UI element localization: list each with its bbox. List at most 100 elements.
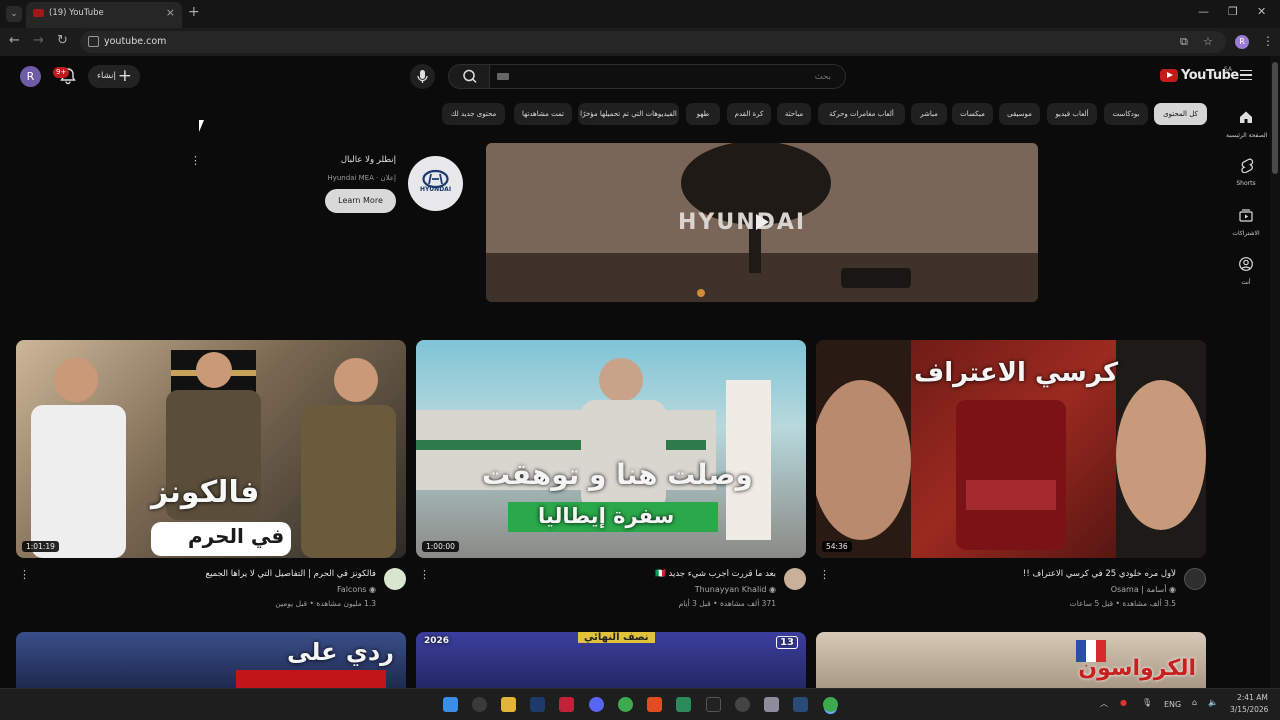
clock-date[interactable]: 3/15/2026 [1230, 705, 1268, 714]
play-icon[interactable] [756, 214, 769, 230]
chip-music[interactable]: موسيقى [999, 103, 1040, 125]
adobe-icon[interactable] [559, 697, 574, 712]
youtube-favicon-icon [33, 9, 44, 17]
guide-item-subscriptions[interactable]: الاشتراكات [1226, 207, 1266, 237]
guide-menu-icon[interactable] [1240, 70, 1252, 80]
windows-start-icon[interactable] [443, 697, 458, 712]
home-icon [1240, 111, 1252, 123]
forward-button[interactable]: → [33, 33, 44, 48]
chip-debate[interactable]: مباحثة [777, 103, 811, 125]
epic-games-icon[interactable] [706, 697, 721, 712]
channel-name[interactable]: Osama | أسامة ◉ [1111, 585, 1176, 594]
guide-label: الاشتراكات [1232, 230, 1260, 237]
video-thumbnail[interactable]: 2026 نصف النهائي 13 [416, 632, 806, 688]
voice-search-button[interactable] [410, 64, 435, 89]
minimize-window-button[interactable]: — [1198, 5, 1209, 18]
back-button[interactable]: ← [9, 33, 20, 48]
chip-watched[interactable]: تمت مشاهدتها [514, 103, 572, 125]
learn-more-button[interactable]: Learn More [325, 189, 396, 213]
language-indicator[interactable]: ENG [1164, 700, 1181, 709]
new-tab-button[interactable]: + [188, 4, 200, 20]
channel-name[interactable]: Falcons ◉ [337, 585, 376, 594]
video-title[interactable]: لأول مره خلودي 25 في كرسي الاعتراف !! [846, 569, 1176, 579]
video-title[interactable]: فالكونز في الحرم | التفاصيل التي لا يراه… [46, 569, 376, 579]
account-avatar[interactable]: R [20, 66, 41, 87]
chrome-active-icon[interactable] [823, 697, 838, 712]
video-thumbnail[interactable]: الكرواسون [816, 632, 1206, 688]
channel-avatar[interactable] [1184, 568, 1206, 590]
guide-item-you[interactable]: أنت [1226, 256, 1266, 286]
video-duration: 54:36 [822, 541, 852, 552]
ad-title[interactable]: إنطلر ولا عالبال [280, 155, 396, 165]
close-tab-icon[interactable]: × [166, 6, 175, 19]
site-info-icon[interactable] [88, 36, 99, 47]
video-thumbnail[interactable]: فالكونز في الحرم 1:01:19 [16, 340, 406, 558]
guide-item-home[interactable]: الصفحة الرئيسية [1226, 109, 1267, 139]
tray-app-icon[interactable]: ● [1120, 698, 1127, 707]
network-icon[interactable]: ⌂ [1192, 698, 1197, 707]
video-meta: 371 ألف مشاهدة • قبل 3 أيام [678, 599, 776, 608]
more-actions-icon[interactable]: ⋮ [190, 154, 201, 167]
browser-profile-avatar[interactable]: R [1235, 35, 1249, 49]
chip-new-for-you[interactable]: محتوى جديد لك [442, 103, 505, 125]
guide-item-shorts[interactable]: Shorts [1226, 157, 1266, 187]
chip-video-games[interactable]: ألعاب فيديو [1047, 103, 1097, 125]
video-thumbnail[interactable]: كرسي الاعتراف 54:36 [816, 340, 1206, 558]
keyboard-icon[interactable] [497, 73, 509, 80]
video-more-actions-icon[interactable]: ⋮ [419, 568, 430, 581]
reload-button[interactable]: ↻ [57, 33, 68, 48]
video-title[interactable]: بعد ما قررت أجرب شيء جديد 🇮🇹 [446, 569, 776, 579]
address-bar[interactable]: youtube.com ⧉ ☆ [80, 31, 1226, 53]
search-input[interactable] [490, 64, 846, 89]
tray-overflow-icon[interactable]: ︿ [1100, 698, 1108, 709]
create-button[interactable]: إنشاء + [88, 65, 140, 88]
steam-alt-icon[interactable] [793, 697, 808, 712]
brave-icon[interactable] [647, 697, 662, 712]
github-icon[interactable] [735, 697, 750, 712]
microphone-icon [417, 70, 428, 83]
thumbnail-text: وصلت هنا و توهقت [482, 458, 753, 491]
channel-name[interactable]: Thunayyan Khalid ◉ [695, 585, 776, 594]
chip-podcasts[interactable]: بودكاست [1104, 103, 1148, 125]
steam-icon[interactable] [530, 697, 545, 712]
you-icon [1239, 257, 1253, 271]
chip-live[interactable]: مباشر [911, 103, 947, 125]
app-icon[interactable] [764, 697, 779, 712]
tab-search-button[interactable]: ⌄ [6, 6, 22, 22]
search-icon [463, 69, 477, 83]
search-button[interactable] [448, 64, 490, 89]
install-app-icon[interactable]: ⧉ [1180, 35, 1188, 49]
file-explorer-icon[interactable] [501, 697, 516, 712]
video-thumbnail[interactable]: ردي على [16, 632, 406, 688]
chip-recently-uploaded[interactable]: الفيديوهات التي تم تحميلها مؤخرًا [578, 103, 679, 125]
clock-time[interactable]: 2:41 AM [1237, 693, 1268, 702]
guide-label: Shorts [1236, 180, 1256, 187]
chip-mixes[interactable]: ميكسات [952, 103, 993, 125]
thumbnail-badge: 13 [776, 636, 798, 649]
discord-icon[interactable] [589, 697, 604, 712]
volume-icon[interactable]: 🔈 [1208, 698, 1218, 707]
microphone-tray-icon[interactable]: 🎙 [1142, 698, 1152, 707]
restore-window-button[interactable]: ❐ [1228, 5, 1238, 18]
channel-name-text: Falcons [336, 585, 367, 594]
settings-gear-icon[interactable] [472, 697, 487, 712]
chip-football[interactable]: كرة القدم [727, 103, 771, 125]
chip-all[interactable]: كل المحتوى [1154, 103, 1207, 125]
scrollbar-thumb[interactable] [1272, 62, 1278, 174]
advertiser-logo[interactable] [408, 156, 463, 211]
video-more-actions-icon[interactable]: ⋮ [819, 568, 830, 581]
ad-sponsor-line: Hyundai MEA · إعلان [327, 174, 396, 182]
close-window-button[interactable]: ✕ [1257, 5, 1266, 18]
chip-action-adventure[interactable]: ألعاب مغامرات وحركة [818, 103, 905, 125]
chip-cooking[interactable]: طهو [686, 103, 720, 125]
channel-avatar[interactable] [384, 568, 406, 590]
browser-tab-youtube[interactable]: (19) YouTube × [26, 2, 182, 28]
xbox-icon[interactable] [676, 697, 691, 712]
video-thumbnail[interactable]: وصلت هنا و توهقت سفرة إيطاليا 1:00:00 [416, 340, 806, 558]
bookmark-star-icon[interactable]: ☆ [1203, 35, 1213, 48]
browser-menu-icon[interactable]: ⋮ [1262, 34, 1274, 48]
youtube-logo-icon[interactable] [1160, 69, 1178, 82]
chrome-icon[interactable] [618, 697, 633, 712]
channel-avatar[interactable] [784, 568, 806, 590]
video-more-actions-icon[interactable]: ⋮ [19, 568, 30, 581]
